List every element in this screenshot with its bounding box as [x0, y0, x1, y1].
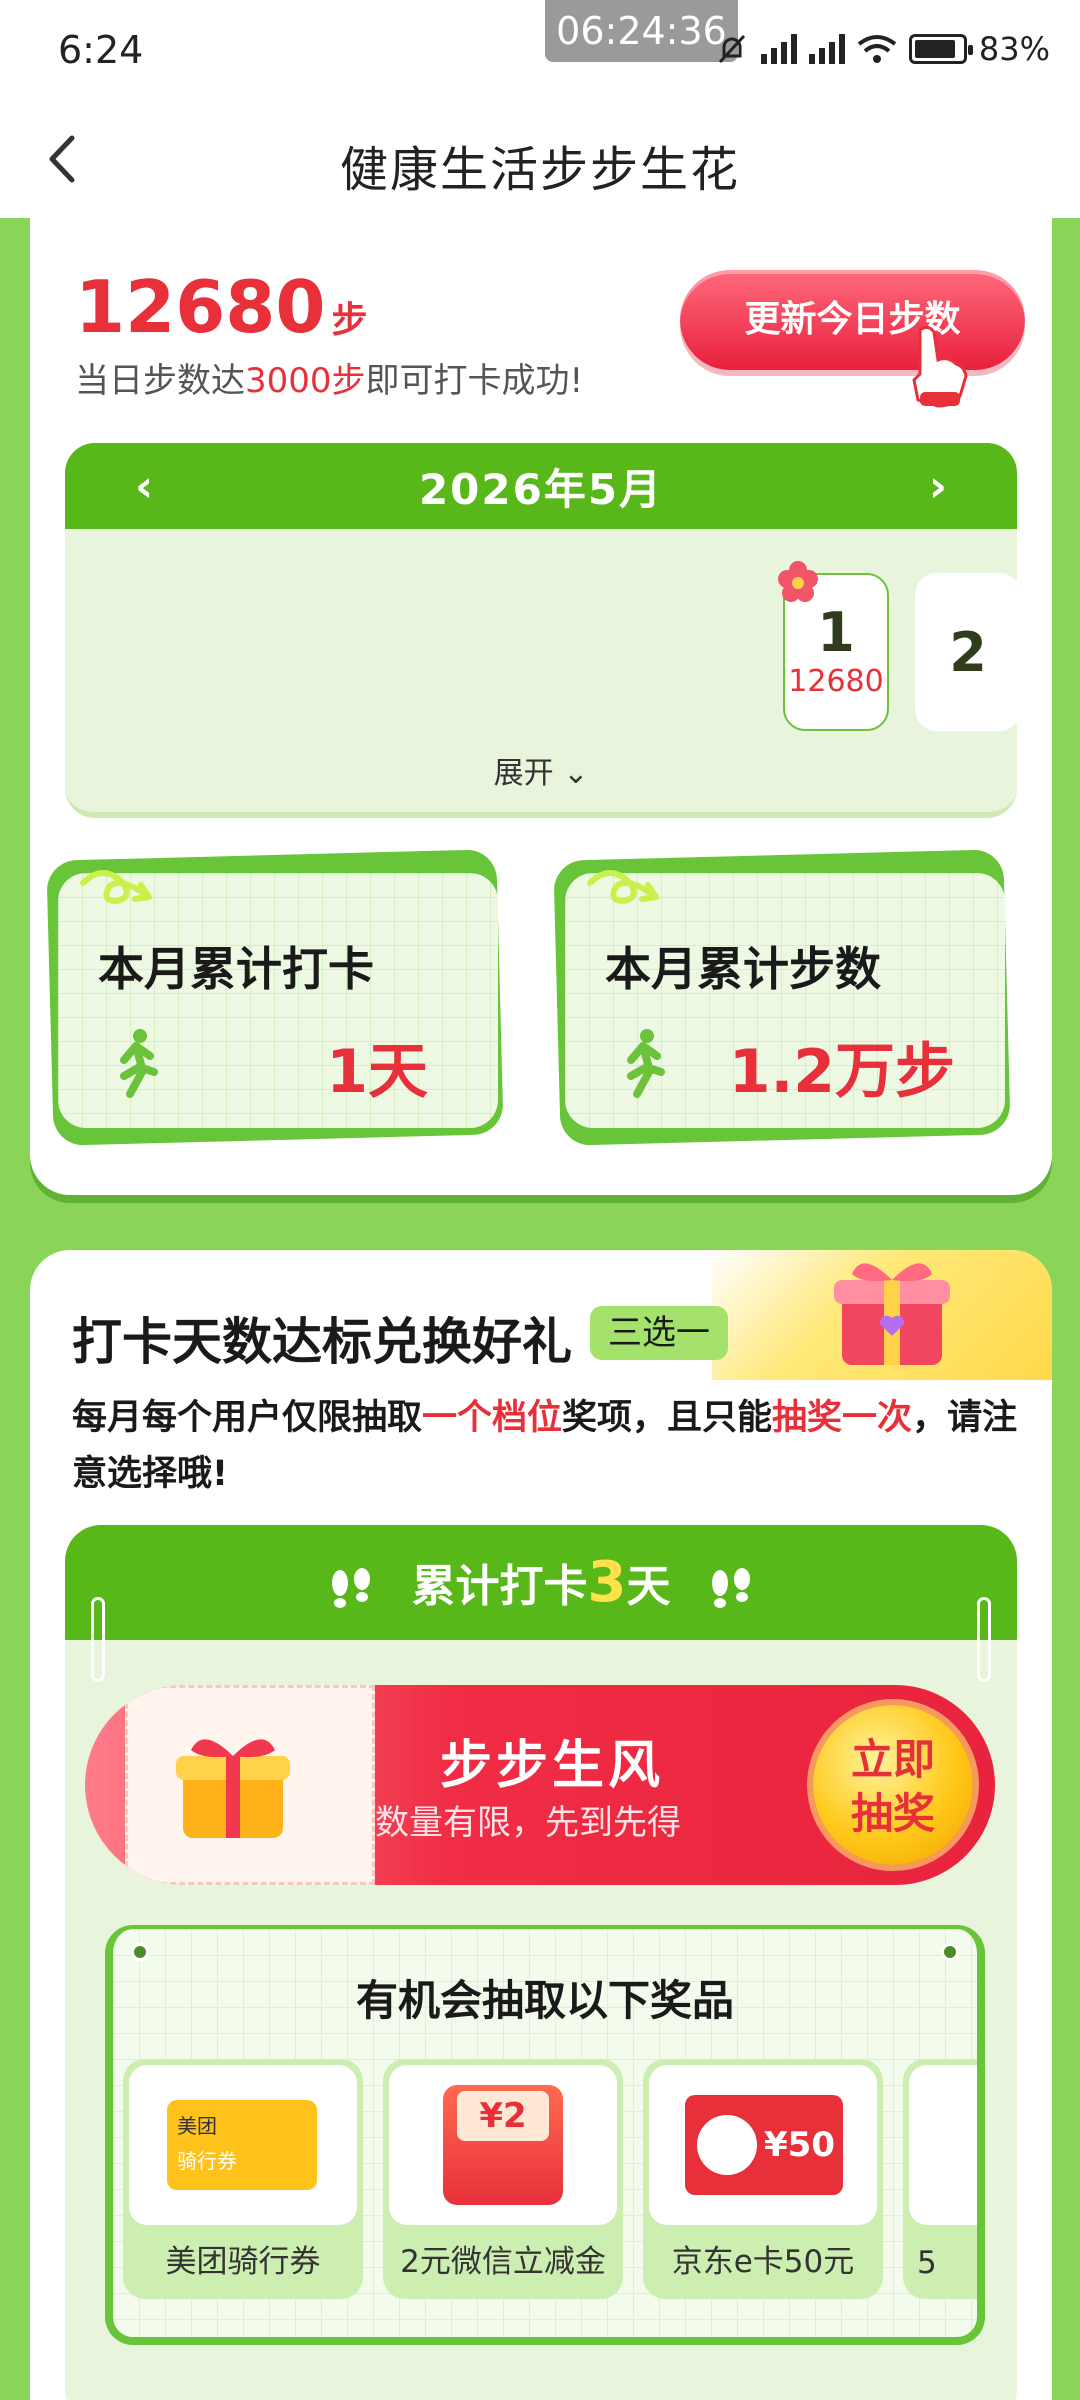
prize-image: ¥2 [389, 2065, 617, 2225]
banner-subtitle: 数量有限，先到先得 [375, 1803, 681, 1843]
prize-name: 美团骑行券 [165, 2244, 321, 2280]
tier-head-prefix: 累计打卡 [411, 1561, 588, 1612]
status-icons: 83% [715, 30, 1050, 68]
prize-image: 美团 骑行券 [129, 2065, 357, 2225]
steps-card: 12680 步 当日步数达3000步即可打卡成功! 更新今日步数 ‹ 2026年5… [30, 205, 1052, 1195]
lottery-banner: 步步生风 数量有限，先到先得 立即抽奖 [85, 1685, 995, 1885]
calendar: ‹ 2026年5月 › 1 12680 2 展开 ⌄ [65, 443, 1017, 818]
tier-days: 3 [587, 1550, 627, 1615]
mute-bell-icon [718, 34, 745, 64]
prize-card[interactable]: 5 [903, 2059, 977, 2299]
chevron-down-icon: ⌄ [563, 756, 589, 791]
battery-icon [908, 34, 973, 64]
page-title: 健康生活步步生花 [339, 142, 740, 198]
swirl-arrow-icon [587, 870, 659, 905]
signal-hd-icon [808, 34, 845, 64]
prize-name: 京东e卡50元 [671, 2244, 855, 2280]
hint-target: 3000步 [245, 361, 366, 401]
choose-one-badge: 三选一 [590, 1306, 728, 1360]
gift-box-icon [176, 1739, 290, 1838]
notice-part: 奖项，且只能 [562, 1398, 773, 1438]
footprints-icon [332, 1568, 371, 1608]
day-steps: 12680 [788, 664, 884, 699]
reward-tier-3days: 累计打卡3天 步步生风 数量有限，先到先得 立即抽奖 有机会抽取以下奖品 美团 … [65, 1525, 1017, 2400]
clock-overlay: 06:24:36 [545, 0, 738, 62]
hint-suffix: 即可打卡成功! [365, 361, 584, 401]
pointer-hand-icon [912, 325, 968, 408]
gift-box-icon [834, 1263, 950, 1365]
pin-dot [941, 1943, 959, 1961]
calendar-header: ‹ 2026年5月 › [65, 443, 1017, 529]
app-header: 健康生活步步生花 [0, 100, 1080, 218]
stat-checkin-days: 本月累计打卡 1天 [46, 849, 504, 1146]
prize-list: 有机会抽取以下奖品 美团 骑行券 美团骑行券 ¥2 2元微信立减金 ¥50 京东… [105, 1925, 985, 2345]
next-month-icon[interactable]: › [929, 461, 947, 512]
prize-card[interactable]: 美团 骑行券 美团骑行券 [123, 2059, 363, 2299]
stat-value: 1天 [326, 1037, 428, 1107]
ride-coupon-icon: 美团 骑行券 [167, 2100, 317, 2190]
today-steps: 12680 步 [75, 265, 368, 349]
hanger-hook [977, 1597, 991, 1682]
stat-title: 本月累计打卡 [98, 942, 374, 996]
stat-total-steps: 本月累计步数 1.2万步 [553, 849, 1011, 1146]
draw-button-label: 立即抽奖 [850, 1735, 935, 1838]
prize-name: 5 [917, 2245, 937, 2281]
jd-card-icon: ¥50 [685, 2095, 843, 2195]
rewards-card: 打卡天数达标兑换好礼 三选一 每月每个用户仅限抽取一个档位奖项，且只能抽奖一次，… [30, 1250, 1052, 2400]
calendar-month: 2026年5月 [418, 464, 664, 514]
prize-name: 2元微信立减金 [400, 2244, 606, 2280]
calendar-day-2[interactable]: 2 [915, 573, 1017, 731]
prize-card[interactable]: ¥2 2元微信立减金 [383, 2059, 623, 2299]
status-bar: 6:24 06:24:36 83% [0, 0, 1080, 100]
prize-img-text: ¥50 [764, 2125, 835, 2165]
hint-prefix: 当日步数达 [75, 361, 245, 401]
runner-icon [120, 1029, 158, 1098]
notice-highlight: 一个档位 [422, 1398, 563, 1438]
banner-title: 步步生风 [440, 1736, 665, 1796]
prize-img-sub: 骑行券 [177, 2149, 237, 2173]
red-packet-icon: ¥2 [443, 2085, 563, 2205]
prize-image: ¥50 [649, 2065, 877, 2225]
signal-icon [760, 34, 797, 64]
day-number: 2 [949, 621, 987, 684]
rewards-notice: 每月每个用户仅限抽取一个档位奖项，且只能抽奖一次，请注意选择哦! [72, 1390, 1032, 1502]
expand-calendar[interactable]: 展开 ⌄ [65, 748, 1017, 792]
steps-hint: 当日步数达3000步即可打卡成功! [75, 353, 583, 402]
tier-head-suffix: 天 [626, 1561, 671, 1612]
swirl-arrow-icon [80, 870, 152, 905]
mascot-icon [697, 2115, 757, 2175]
steps-value: 12680 [75, 265, 326, 349]
prize-card[interactable]: ¥50 京东e卡50元 [643, 2059, 883, 2299]
calendar-day-1[interactable]: 1 12680 [778, 561, 889, 731]
prize-img-text: ¥2 [457, 2091, 549, 2141]
wifi-icon [857, 35, 897, 63]
prev-month-icon[interactable]: ‹ [135, 461, 153, 512]
banner-gift-panel [125, 1685, 375, 1885]
flower-icon [778, 561, 818, 602]
steps-unit: 步 [331, 300, 368, 341]
pin-dot [131, 1943, 149, 1961]
draw-now-button[interactable]: 立即抽奖 [813, 1705, 973, 1865]
rewards-title: 打卡天数达标兑换好礼 [72, 1313, 572, 1371]
status-time: 6:24 [58, 28, 144, 72]
battery-percent: 83% [978, 30, 1050, 68]
tier-header: 累计打卡3天 [65, 1525, 1017, 1640]
stat-title: 本月累计步数 [605, 942, 881, 996]
footprints-icon [711, 1568, 750, 1608]
day-number: 1 [817, 601, 855, 664]
runner-icon [627, 1029, 665, 1098]
hanger-hook [91, 1597, 105, 1682]
prize-img-text: 美团 [177, 2114, 217, 2138]
prize-image [909, 2065, 977, 2225]
notice-part: 每月每个用户仅限抽取 [72, 1398, 423, 1438]
expand-label: 展开 [493, 756, 554, 791]
notice-highlight: 抽奖一次 [772, 1398, 913, 1438]
prizes-title: 有机会抽取以下奖品 [355, 1976, 734, 2025]
stat-value: 1.2万步 [728, 1037, 955, 1107]
